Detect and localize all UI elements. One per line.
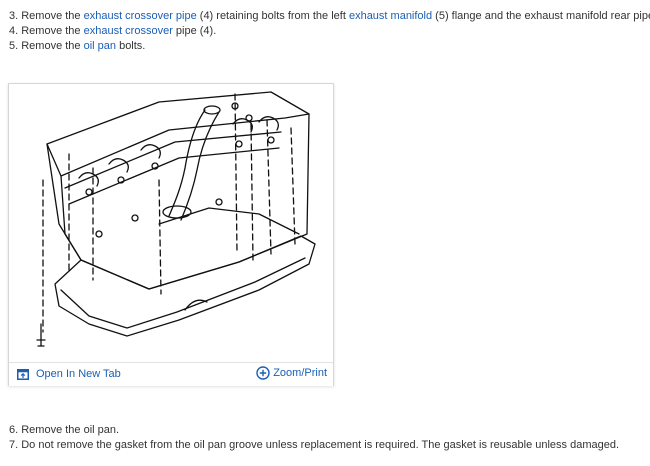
open-in-new-tab-icon bbox=[17, 368, 29, 380]
zoom-print-button[interactable]: Zoom/Print bbox=[256, 366, 327, 380]
procedure-steps-top: 3. Remove the exhaust crossover pipe (4)… bbox=[9, 9, 650, 54]
step-3-text-a: 3. Remove the bbox=[9, 10, 84, 22]
step-4-text-a: 4. Remove the bbox=[9, 25, 84, 37]
step-3: 3. Remove the exhaust crossover pipe (4)… bbox=[9, 9, 650, 24]
step-4: 4. Remove the exhaust crossover pipe (4)… bbox=[9, 24, 650, 39]
link-exhaust-manifold[interactable]: exhaust manifold bbox=[349, 10, 432, 22]
step-5-text-a: 5. Remove the bbox=[9, 40, 84, 52]
figure-footer: Open In New Tab Zoom/Print bbox=[9, 362, 333, 386]
step-5-text-b: bolts. bbox=[116, 40, 146, 52]
step-7: 7. Do not remove the gasket from the oil… bbox=[9, 439, 620, 451]
step-5: 5. Remove the oil pan bolts. bbox=[9, 39, 650, 54]
engine-oil-pan-illustration[interactable] bbox=[9, 84, 333, 362]
procedure-steps-bottom: 6. Remove the oil pan. 7. Do not remove … bbox=[9, 423, 619, 453]
link-exhaust-crossover-pipe[interactable]: exhaust crossover pipe bbox=[84, 10, 197, 22]
step-3-text-b: (4) retaining bolts from the left bbox=[196, 10, 349, 22]
step-3-text-c: (5) flange and the exhaust manifold rear… bbox=[432, 10, 650, 22]
link-exhaust-crossover[interactable]: exhaust crossover bbox=[84, 25, 173, 37]
link-oil-pan[interactable]: oil pan bbox=[84, 40, 116, 52]
zoom-print-label: Zoom/Print bbox=[273, 367, 327, 379]
step-6: 6. Remove the oil pan. bbox=[9, 424, 120, 436]
open-in-new-tab-button[interactable]: Open In New Tab bbox=[17, 368, 121, 380]
plus-circle-icon bbox=[256, 366, 270, 380]
open-in-new-tab-label: Open In New Tab bbox=[36, 368, 121, 380]
step-4-text-b: pipe (4). bbox=[172, 25, 217, 37]
figure-card: Open In New Tab Zoom/Print bbox=[8, 83, 334, 386]
